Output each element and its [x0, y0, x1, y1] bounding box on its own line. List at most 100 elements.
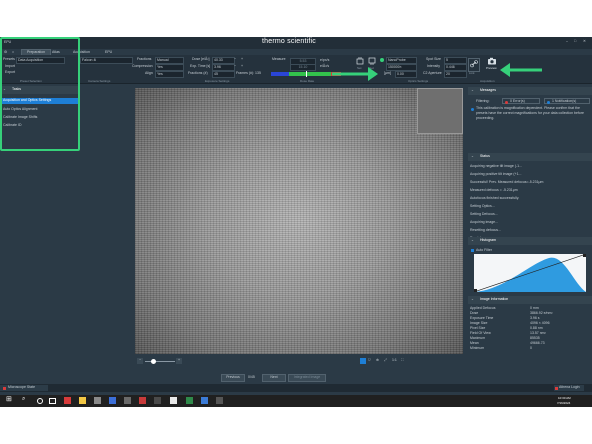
- info-row-label: Minimum: [470, 346, 485, 350]
- set-button[interactable]: [356, 57, 364, 65]
- dose-rate-marker: [306, 71, 307, 77]
- os-taskbar: ⊞ ⌕ 10:30 AM 7/16/2024: [0, 395, 592, 407]
- preview-button[interactable]: [487, 57, 497, 65]
- status-line: Acquiring positive tilt image (+1...: [470, 172, 522, 176]
- start-icon[interactable]: ⊞: [6, 396, 12, 403]
- taskbar-app-icon[interactable]: [109, 397, 116, 404]
- exposure-settings-group-label: Exposure Settings: [205, 79, 230, 83]
- preview-label: Preview: [486, 66, 497, 70]
- search-icon[interactable]: ⌕: [22, 396, 25, 402]
- next-button[interactable]: Next: [262, 374, 286, 382]
- clock-date[interactable]: 7/16/2024: [557, 401, 570, 406]
- align-dropdown[interactable]: Yes: [155, 71, 184, 78]
- zoom-out-button[interactable]: −: [137, 358, 143, 364]
- notifications-filter-chip[interactable]: 1 Notification(s): [544, 98, 590, 104]
- integrated-image-button[interactable]: Integrated Image: [288, 374, 326, 382]
- zoom-in-button[interactable]: +: [176, 358, 182, 364]
- dose-input[interactable]: 40.33: [212, 57, 235, 64]
- crosshair-icon[interactable]: ⊕: [376, 358, 379, 363]
- taskbar-app-icon[interactable]: [94, 397, 101, 404]
- optics-settings-group-label: Optics Settings: [408, 79, 429, 83]
- zoom-slider-thumb[interactable]: [151, 359, 156, 364]
- unit-e-a2-s: e/Å²/s: [320, 64, 330, 68]
- status-line: Resetting defocus...: [470, 228, 501, 232]
- image-thumbnail-overview[interactable]: [417, 88, 463, 134]
- microscope-state-button[interactable]: Microscope State: [0, 385, 48, 391]
- file-explorer-icon[interactable]: [79, 397, 86, 404]
- status-bar: Microscope State Athena Login: [0, 384, 592, 392]
- status-line: Autofocus finished successfully.: [470, 196, 520, 200]
- filtering-label: Filtering:: [476, 99, 490, 103]
- image-info-header[interactable]: ⌄ Image Information: [468, 296, 592, 304]
- taskbar-app-icon[interactable]: [186, 397, 193, 404]
- image-info-collapse-chevron-icon: ⌄: [471, 297, 474, 301]
- taskbar-app-icon[interactable]: [139, 397, 146, 404]
- filter-icon[interactable]: ⛉: [368, 358, 371, 363]
- intensity-input[interactable]: 0.446: [444, 64, 467, 71]
- exp-time-increment-button[interactable]: +: [241, 64, 243, 69]
- taskbar-app-icon[interactable]: [124, 397, 131, 404]
- spot-size-dropdown[interactable]: 5: [444, 57, 467, 64]
- link-button[interactable]: [468, 58, 480, 72]
- fit-icon[interactable]: ⤢: [384, 358, 387, 363]
- user-login-button[interactable]: Athena Login: [554, 385, 584, 391]
- errors-filter-chip[interactable]: 0 Error(s): [502, 98, 540, 104]
- select-tool-icon[interactable]: [360, 358, 366, 364]
- taskbar-app-icon[interactable]: [201, 397, 208, 404]
- taskbar-app-icon[interactable]: [154, 397, 161, 404]
- brand-logo: thermo scientific: [262, 38, 316, 45]
- histogram-chart[interactable]: [474, 254, 586, 292]
- exp-time-input[interactable]: 3.96: [212, 64, 235, 71]
- image-info-title: Image Information: [480, 297, 509, 301]
- c2-aperture-dropdown[interactable]: 20: [444, 71, 467, 78]
- zoom-slider-track[interactable]: [145, 361, 175, 362]
- dose-decrement-button[interactable]: −: [234, 57, 236, 62]
- maximize-icon[interactable]: □: [574, 39, 576, 44]
- info-row-value: 0: [530, 346, 532, 350]
- get-button[interactable]: [368, 57, 376, 65]
- previous-button[interactable]: Previous: [221, 374, 245, 382]
- defocus-label: [µm]: [384, 71, 391, 75]
- histogram-title: Histogram: [480, 238, 496, 242]
- fraction-dropdown[interactable]: Manual: [155, 57, 184, 64]
- camera-settings-group-label: Camera Settings: [88, 79, 111, 83]
- compression-dropdown[interactable]: Yes: [155, 64, 184, 71]
- auto-filter-checkbox[interactable]: [471, 249, 474, 252]
- taskbar-app-icon[interactable]: [216, 397, 223, 404]
- task-view-icon[interactable]: [49, 398, 56, 404]
- camera-dropdown[interactable]: Falcon 4i: [80, 57, 133, 64]
- right-panel: ⌄ Messages Filtering: 0 Error(s) 1 Notif…: [468, 84, 592, 380]
- cortana-icon[interactable]: [37, 398, 43, 404]
- intensity-label: Intensity: [427, 64, 441, 68]
- fullscreen-icon[interactable]: ⛶: [401, 358, 403, 363]
- defocus-input[interactable]: 0.00: [395, 71, 417, 78]
- histogram-header[interactable]: ⌄ Histogram: [468, 237, 592, 245]
- fractions-input[interactable]: 45: [212, 71, 235, 78]
- acquired-image-view[interactable]: [135, 88, 463, 354]
- taskbar-app-icon[interactable]: [170, 397, 177, 404]
- magnification-dropdown[interactable]: 150000×: [386, 64, 417, 71]
- messages-collapse-chevron-icon: ⌄: [471, 88, 474, 92]
- status-line: Successful! Prev. Measured defocus=-5.23…: [470, 180, 544, 184]
- frames-count-label: Frames (#): 135: [236, 71, 261, 75]
- user-status-indicator: [555, 387, 558, 390]
- image-noise-texture: [135, 88, 463, 354]
- taskbar-app-icon[interactable]: [64, 397, 71, 404]
- status-header[interactable]: ⌄ Status: [468, 153, 592, 161]
- status-line: Acquiring negative tilt image (-1...: [470, 164, 522, 168]
- error-icon: [505, 100, 508, 104]
- zoom-one-to-one-button[interactable]: 1:1: [392, 358, 397, 363]
- info-row-value: 49666.73: [530, 341, 545, 345]
- dose-increment-button[interactable]: +: [241, 57, 243, 62]
- notifications-chip-label: 1 Notification(s): [552, 99, 577, 103]
- minimize-icon[interactable]: –: [566, 39, 568, 44]
- close-icon[interactable]: ✕: [583, 39, 586, 44]
- c2-aperture-label: C2 Aperture: [423, 71, 442, 75]
- info-icon: [547, 100, 550, 104]
- histogram-max-handle[interactable]: [583, 254, 586, 257]
- exp-time-decrement-button[interactable]: −: [234, 64, 236, 69]
- messages-header[interactable]: ⌄ Messages: [468, 87, 592, 95]
- histogram-min-handle[interactable]: [474, 289, 477, 292]
- probe-mode-dropdown[interactable]: NanoProbe: [386, 57, 417, 64]
- camera-icon: [488, 57, 496, 65]
